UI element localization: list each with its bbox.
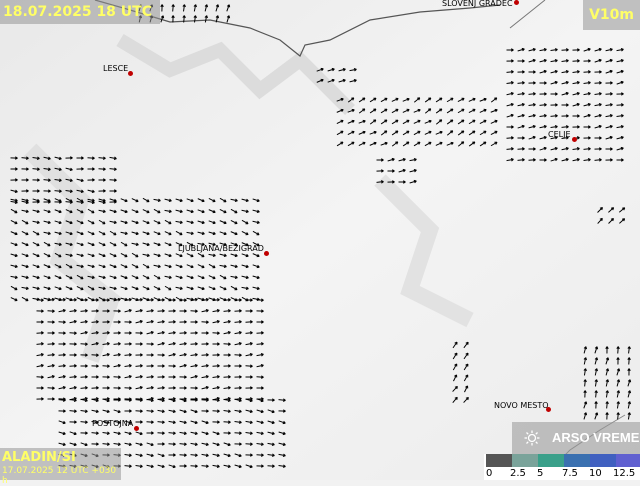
legend-tick: 2.5 xyxy=(510,468,526,479)
legend-tick: 10 xyxy=(589,468,602,479)
city-label-ljubljana: LJUBLJANA/BEŽIGRAD xyxy=(178,244,264,253)
station-marker xyxy=(264,251,269,256)
legend-swatch-1 xyxy=(512,454,538,467)
wind-speed-legend: 0 2.5 5 7.5 10 12.5 xyxy=(484,454,640,480)
model-run: 17.07.2025 12 UTC +030 h xyxy=(2,466,121,486)
model-name: ALADIN/SI xyxy=(2,450,76,465)
city-label-slovenj-gradec: SLOVENJ GRADEC xyxy=(442,0,513,8)
legend-tick: 12.5 xyxy=(613,468,635,479)
city-label-postojna: POSTOJNA xyxy=(92,419,133,428)
legend-swatch-5 xyxy=(616,454,640,467)
parameter-label: V10m xyxy=(583,0,640,30)
arso-brand-panel[interactable]: ARSO VREME xyxy=(512,422,640,454)
legend-swatch-3 xyxy=(564,454,590,467)
station-marker xyxy=(514,0,519,5)
city-label-celje: CELJE xyxy=(548,130,571,139)
legend-tick: 5 xyxy=(537,468,543,479)
station-marker xyxy=(134,426,139,431)
station-marker xyxy=(546,407,551,412)
brand-name: ARSO VREME xyxy=(552,430,639,445)
city-label-novo-mesto: NOVO MESTO xyxy=(494,401,549,410)
legend-swatch-4 xyxy=(590,454,616,467)
valid-time-title: 18.07.2025 18 UTC xyxy=(0,0,160,24)
legend-tick: 0 xyxy=(486,468,492,479)
model-info-panel: ALADIN/SI 17.07.2025 12 UTC +030 h xyxy=(0,448,121,480)
sun-icon xyxy=(524,430,540,446)
legend-swatch-2 xyxy=(538,454,564,467)
legend-tick: 7.5 xyxy=(562,468,578,479)
city-label-lesce: LESCE xyxy=(103,64,128,73)
station-marker xyxy=(128,71,133,76)
legend-swatch-0 xyxy=(486,454,512,467)
station-marker xyxy=(572,137,577,142)
